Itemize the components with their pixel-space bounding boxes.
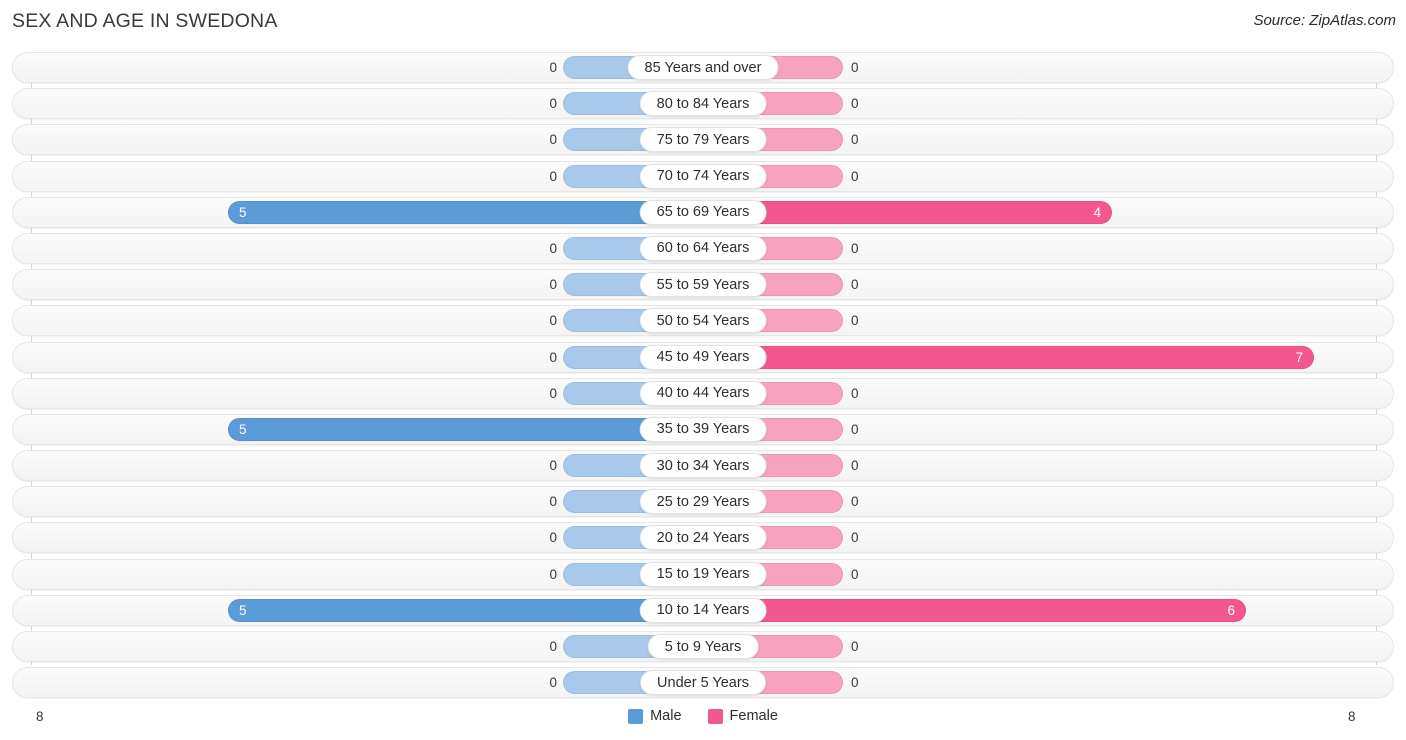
bar-value-male: 5: [239, 421, 247, 437]
age-group-label: 20 to 24 Years: [639, 525, 767, 551]
table-row: 0 0 55 to 59 Years: [0, 269, 1406, 301]
chart-rows: 0 0 85 Years and over 0 0 80 to 84 Years 0 0 75 …: [0, 52, 1406, 703]
outside-value-female: 0: [851, 530, 859, 546]
table-row: 0 0 5 to 9 Years: [0, 631, 1406, 662]
age-group-label: 70 to 74 Years: [639, 163, 767, 189]
table-row: 7 0 45 to 49 Years: [0, 341, 1406, 373]
outside-value-male: 0: [549, 458, 557, 474]
table-row: 0 0 25 to 29 Years: [0, 486, 1406, 518]
table-row: 0 0 75 to 79 Years: [0, 124, 1406, 156]
outside-value-male: 0: [549, 277, 557, 293]
table-row: 0 0 30 to 34 Years: [0, 450, 1406, 482]
outside-value-female: 0: [851, 168, 859, 184]
outside-value-female: 0: [851, 313, 859, 329]
outside-value-male: 0: [549, 385, 557, 401]
age-group-label: 5 to 9 Years: [647, 634, 759, 659]
age-group-label: 35 to 39 Years: [639, 416, 767, 442]
table-row: 0 0 15 to 19 Years: [0, 558, 1406, 590]
table-row: 0 0 70 to 74 Years: [0, 160, 1406, 192]
outside-value-male: 0: [549, 240, 557, 256]
age-group-label: 15 to 19 Years: [639, 561, 767, 587]
outside-value-male: 0: [549, 60, 557, 75]
outside-value-female: 0: [851, 132, 859, 148]
age-group-label: 75 to 79 Years: [639, 127, 767, 153]
bar-value-female: 7: [1295, 349, 1303, 365]
bar-male[interactable]: 5: [228, 417, 703, 441]
age-group-label: 45 to 49 Years: [639, 344, 767, 370]
legend-swatch-female-icon: [707, 708, 723, 724]
chart-legend: Male Female: [0, 708, 1406, 724]
outside-value-female: 0: [851, 675, 859, 691]
outside-value-male: 0: [549, 566, 557, 582]
bar-male[interactable]: 5: [228, 598, 703, 622]
age-group-label: 30 to 34 Years: [639, 453, 767, 479]
table-row: 5 0 35 to 39 Years: [0, 413, 1406, 445]
outside-value-male: 0: [549, 494, 557, 510]
outside-value-female: 0: [851, 385, 859, 401]
legend-label-female: Female: [729, 708, 778, 724]
chart-page: SEX AND AGE IN SWEDONA Source: ZipAtlas.…: [0, 0, 1406, 740]
source-attribution: Source: ZipAtlas.com: [1253, 12, 1396, 29]
bar-male[interactable]: 5: [228, 200, 703, 224]
table-row: 0 0 40 to 44 Years: [0, 377, 1406, 409]
age-group-label: 40 to 44 Years: [639, 380, 767, 406]
bar-female[interactable]: 6: [703, 598, 1246, 622]
outside-value-female: 0: [851, 421, 859, 437]
outside-value-male: 0: [549, 96, 557, 112]
outside-value-female: 0: [851, 566, 859, 582]
table-row: 5 6 10 to 14 Years: [0, 594, 1406, 626]
table-row: 0 0 20 to 24 Years: [0, 522, 1406, 554]
age-group-label: 80 to 84 Years: [639, 91, 767, 117]
age-group-label: 65 to 69 Years: [639, 199, 767, 225]
outside-value-male: 0: [549, 639, 557, 654]
outside-value-female: 0: [851, 639, 859, 654]
table-row: 0 0 60 to 64 Years: [0, 232, 1406, 264]
outside-value-male: 0: [549, 313, 557, 329]
age-group-label: 25 to 29 Years: [639, 489, 767, 515]
outside-value-female: 0: [851, 60, 859, 75]
bar-value-male: 5: [239, 602, 247, 618]
outside-value-female: 0: [851, 240, 859, 256]
outside-value-male: 0: [549, 168, 557, 184]
table-row: 5 4 65 to 69 Years: [0, 196, 1406, 228]
page-header: SEX AND AGE IN SWEDONA Source: ZipAtlas.…: [0, 0, 1406, 46]
page-title: SEX AND AGE IN SWEDONA: [12, 10, 278, 32]
outside-value-female: 0: [851, 494, 859, 510]
bar-value-female: 6: [1227, 602, 1235, 618]
legend-swatch-male-icon: [628, 708, 644, 724]
outside-value-male: 0: [549, 349, 557, 365]
age-group-label: 50 to 54 Years: [639, 308, 767, 334]
bar-value-male: 5: [239, 204, 247, 220]
outside-value-male: 0: [549, 675, 557, 691]
legend-item-female[interactable]: Female: [707, 708, 778, 724]
age-group-label: 60 to 64 Years: [639, 235, 767, 261]
outside-value-female: 0: [851, 458, 859, 474]
table-row: 0 0 80 to 84 Years: [0, 88, 1406, 120]
bar-female[interactable]: 7: [703, 345, 1314, 369]
legend-item-male[interactable]: Male: [628, 708, 682, 724]
table-row: 0 0 50 to 54 Years: [0, 305, 1406, 337]
outside-value-female: 0: [851, 277, 859, 293]
outside-value-male: 0: [549, 530, 557, 546]
outside-value-female: 0: [851, 96, 859, 112]
outside-value-male: 0: [549, 132, 557, 148]
age-group-label: 85 Years and over: [627, 55, 779, 80]
age-group-label: Under 5 Years: [640, 670, 766, 696]
age-group-label: 55 to 59 Years: [639, 272, 767, 298]
population-pyramid-chart: 0 0 85 Years and over 0 0 80 to 84 Years 0 0 75 …: [0, 46, 1406, 701]
age-group-label: 10 to 14 Years: [639, 597, 767, 623]
bar-value-female: 4: [1093, 204, 1101, 220]
table-row: 0 0 Under 5 Years: [0, 667, 1406, 699]
table-row: 0 0 85 Years and over: [0, 52, 1406, 83]
chart-footer: 8 8 Male Female: [0, 701, 1406, 740]
legend-label-male: Male: [650, 708, 682, 724]
